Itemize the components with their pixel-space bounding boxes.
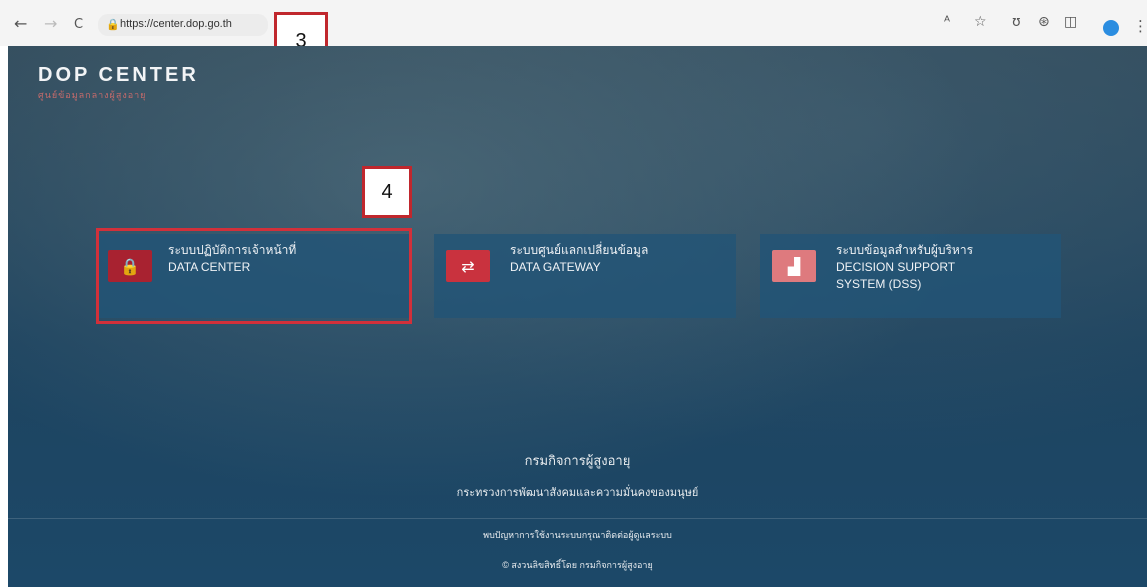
forward-icon[interactable]: → [44,16,57,32]
star-icon[interactable]: ☆ [974,15,987,29]
chart-icon: ▟ [772,250,816,282]
sync-icon[interactable]: ⊛ [1038,15,1050,29]
browser-toolbar: ← → C 🔒 https://center.dop.go.th 3 ᴬ ☆ ʊ… [0,0,1147,70]
profile-avatar[interactable] [1103,20,1119,36]
address-bar[interactable]: 🔒 https://center.dop.go.th [98,14,268,36]
highlight-box-4 [96,228,412,324]
site-title[interactable]: DOP CENTER [38,64,199,87]
back-icon[interactable]: ← [14,16,27,32]
site-subtitle: ศูนย์ข้อมูลกลางผู้สูงอายุ [38,91,147,101]
card-english-label: DECISION SUPPORT [836,260,956,274]
card-label: ระบบศูนย์แลกเปลี่ยนข้อมูล DATA GATEWAY [510,242,648,276]
card-english-label: DATA GATEWAY [510,260,601,274]
camera-icon[interactable]: ◫ [1064,15,1077,29]
footer-divider [8,518,1147,519]
card-english-label-2: SYSTEM (DSS) [836,277,922,291]
extension-icon[interactable]: ʊ [1012,15,1021,29]
card-thai-label: ระบบข้อมูลสำหรับผู้บริหาร [836,243,974,257]
reload-icon[interactable]: C [74,18,83,31]
page-content: DOP CENTER ศูนย์ข้อมูลกลางผู้สูงอายุ 🔒 ร… [8,46,1147,587]
footer-ministry: กระทรวงการพัฒนาสังคมและความมั่นคงของมนุษ… [456,487,699,499]
card-thai-label: ระบบศูนย์แลกเปลี่ยนข้อมูล [510,243,649,257]
menu-icon[interactable]: ⋮ [1133,17,1147,35]
footer-copyright: © สงวนลิขสิทธิ์โดย กรมกิจการผู้สูงอายุ [502,560,653,570]
exchange-icon: ⇄ [446,250,490,282]
url-text[interactable]: https://center.dop.go.th [120,18,232,30]
card-data-gateway[interactable]: ⇄ ระบบศูนย์แลกเปลี่ยนข้อมูล DATA GATEWAY [434,234,736,318]
translate-icon[interactable]: ᴬ [944,15,950,29]
card-dss[interactable]: ▟ ระบบข้อมูลสำหรับผู้บริหาร DECISION SUP… [760,234,1061,318]
footer-org: กรมกิจการผู้สูงอายุ [524,453,631,468]
footer-contact[interactable]: พบปัญหาการใช้งานระบบกรุณาติดต่อผู้ดูแลระ… [8,528,1147,542]
lock-icon: 🔒 [106,18,120,31]
callout-4: 4 [362,166,412,218]
card-label: ระบบข้อมูลสำหรับผู้บริหาร DECISION SUPPO… [836,242,973,293]
